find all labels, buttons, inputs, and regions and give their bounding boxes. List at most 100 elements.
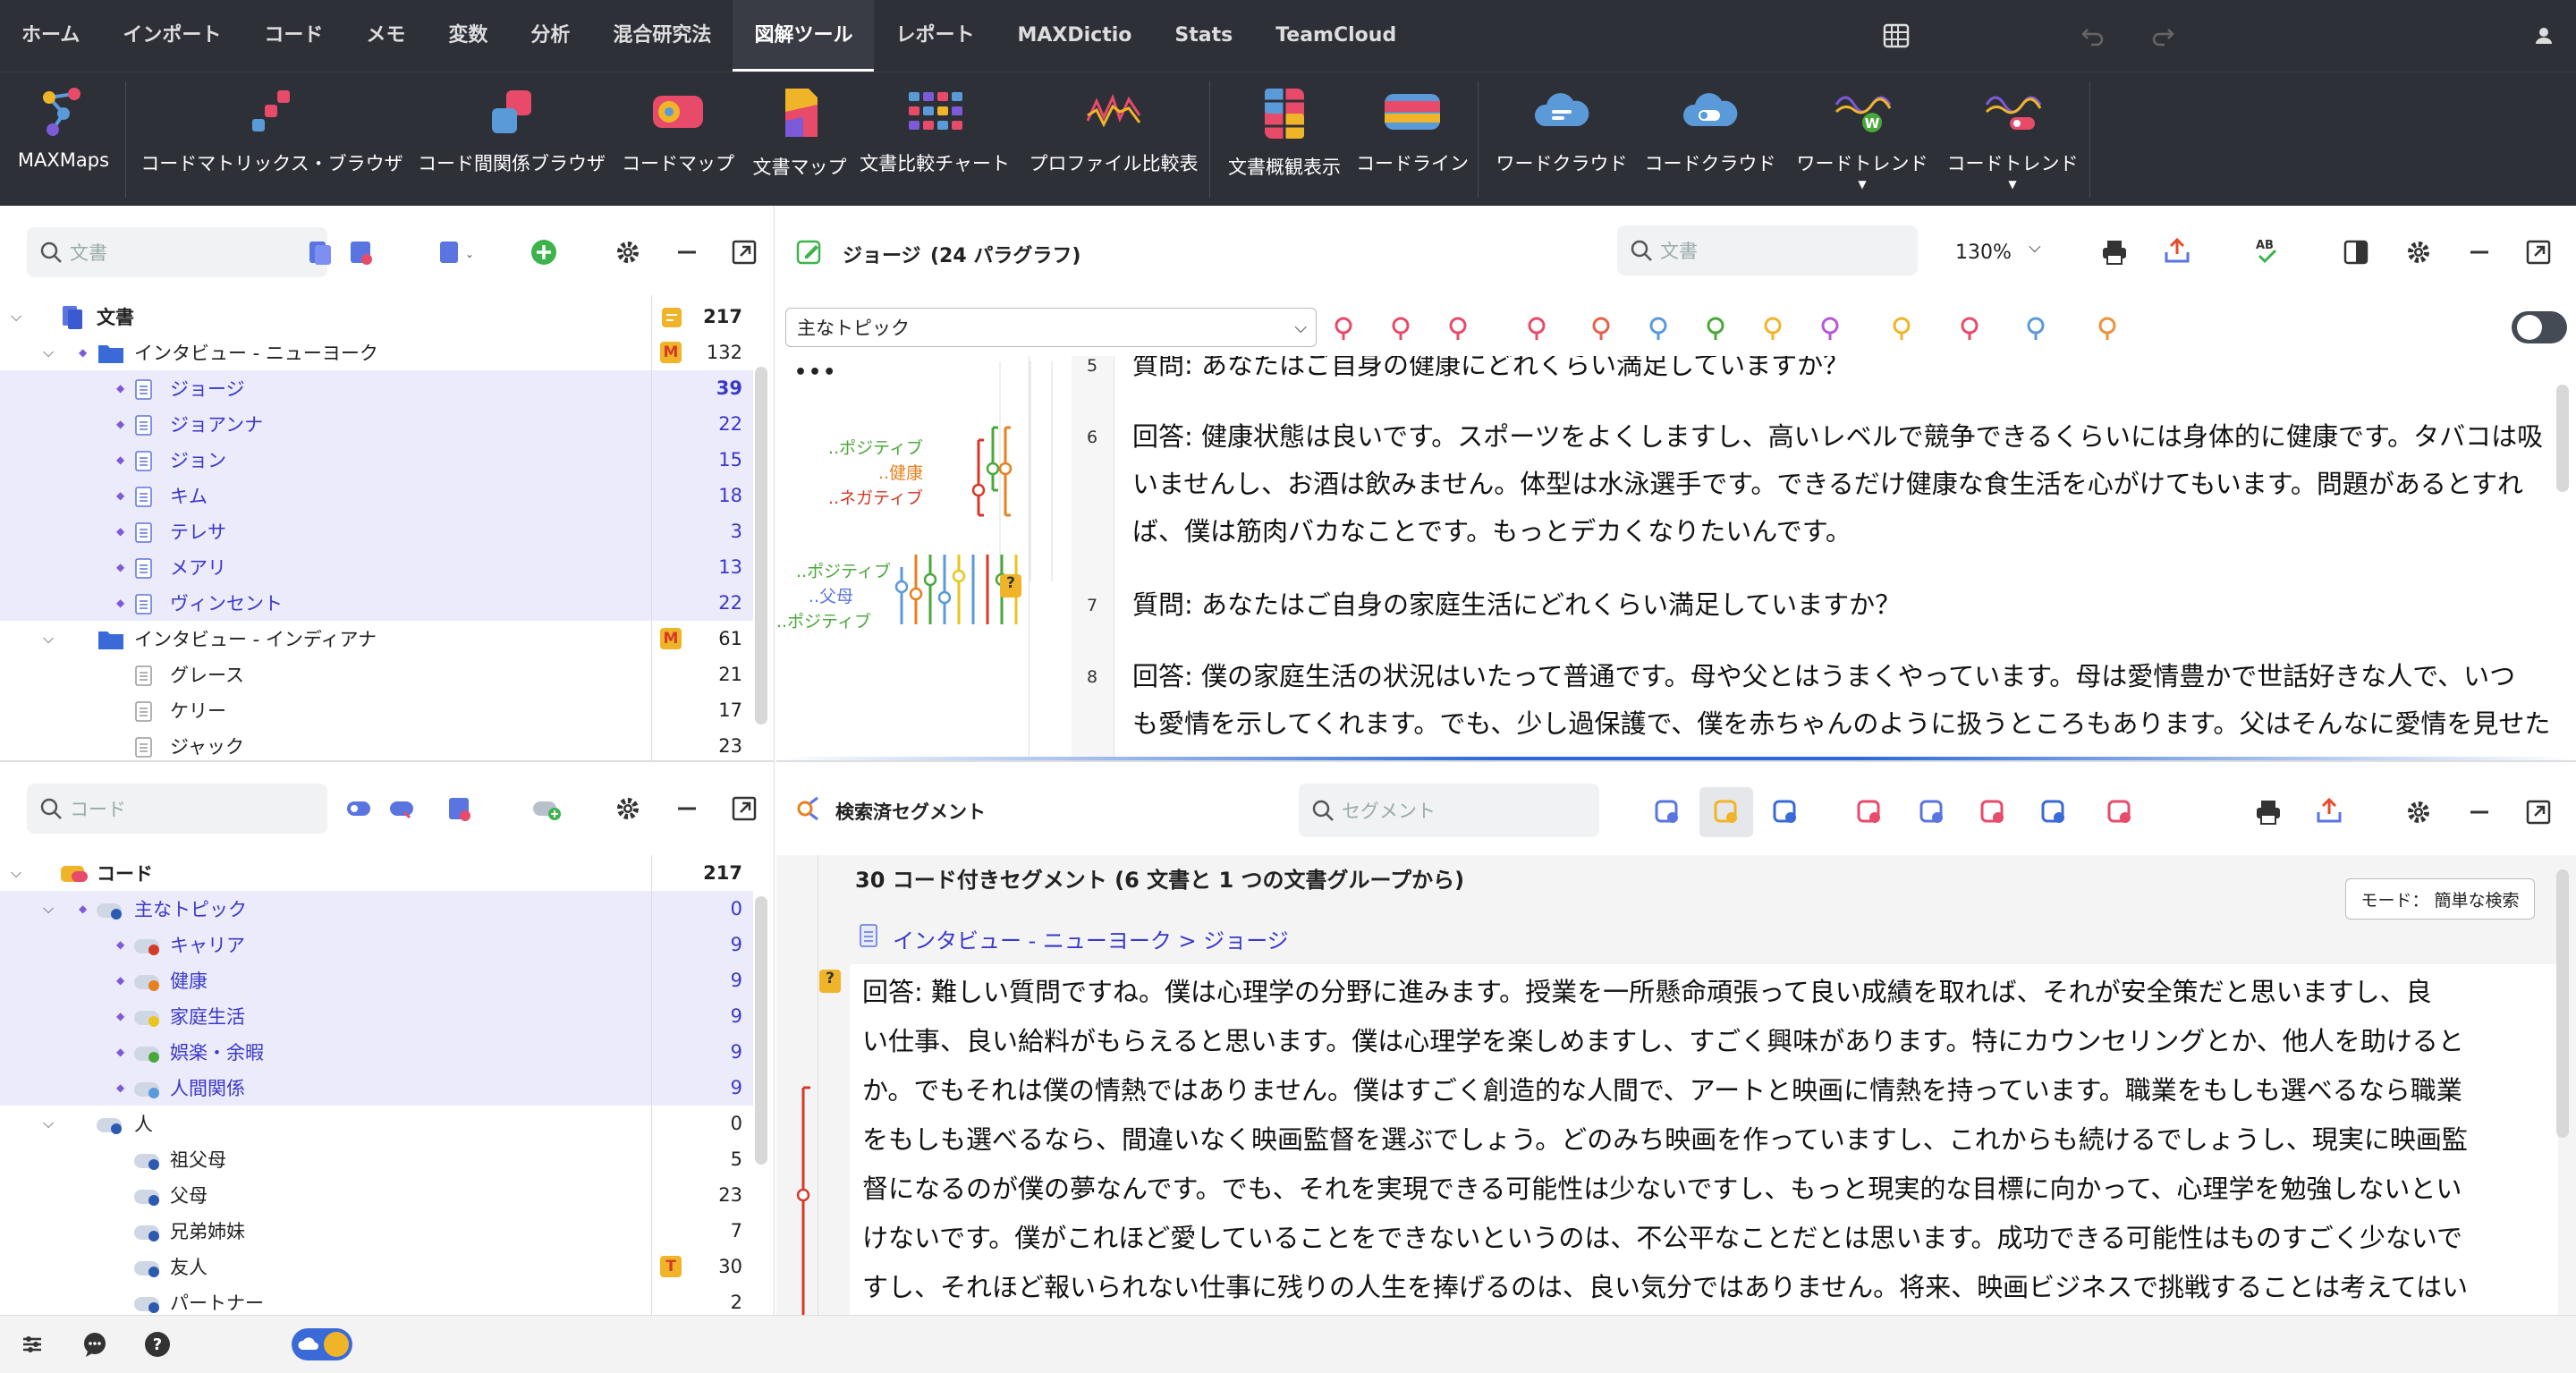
minimize-icon[interactable] <box>2465 798 2494 826</box>
code-multiple-icon[interactable] <box>1445 313 1474 342</box>
menu-item-10[interactable]: Stats <box>1153 0 1254 72</box>
word-cloud-button[interactable]: ワードクラウド <box>1490 72 1633 207</box>
doc-row[interactable]: ◆ ジョン 15 <box>0 442 753 478</box>
doc-row[interactable]: ◆ キム 18 <box>0 478 753 513</box>
comments-icon[interactable] <box>1771 798 1800 826</box>
activation-diamond-icon[interactable]: ◆ <box>116 1046 124 1058</box>
code-with-code-icon[interactable] <box>1331 313 1360 342</box>
code-people-row[interactable]: ⌵ 人 0 <box>0 1106 753 1141</box>
menu-item-2[interactable]: コード <box>242 0 344 72</box>
cloud-sync-toggle[interactable] <box>292 1328 352 1360</box>
code-search-input[interactable]: コード <box>27 784 327 834</box>
code-row[interactable]: ◆ キャリア 9 <box>0 927 753 962</box>
export-icon[interactable] <box>2163 236 2191 265</box>
activation-diamond-icon[interactable]: ◆ <box>116 597 124 609</box>
maximize-icon[interactable] <box>730 238 758 267</box>
highlight-blue-icon[interactable] <box>1646 313 1674 342</box>
code-cloud-button[interactable]: コードクラウド <box>1640 72 1780 207</box>
add-document-icon[interactable] <box>530 238 558 267</box>
profile-compare-button[interactable]: プロファイル比較表 <box>1020 72 1208 207</box>
chevron-down-icon[interactable]: ⌵ <box>43 1115 54 1132</box>
comment-icon[interactable] <box>2095 313 2123 342</box>
menu-item-7[interactable]: 図解ツール <box>733 0 875 72</box>
activation-diamond-icon[interactable]: ◆ <box>79 903 87 915</box>
activation-diamond-icon[interactable]: ◆ <box>116 974 124 987</box>
undo-icon[interactable] <box>2077 21 2106 54</box>
doc-group-row[interactable]: ⌵ ◆ インタビュー - ニューヨーク M 132 <box>0 335 753 370</box>
spellcheck-icon[interactable]: AB <box>2252 236 2281 265</box>
code-trend-button[interactable]: コードトレンド ▼ <box>1941 72 2084 207</box>
edit-mode-icon[interactable] <box>796 238 823 265</box>
code-label-p8-parents[interactable]: ..父母 <box>776 583 853 607</box>
word-trend-dropdown-icon[interactable]: ▼ <box>1858 178 1866 191</box>
chevron-down-icon[interactable]: ⌵ <box>2029 238 2041 257</box>
menu-item-1[interactable]: インポート <box>101 0 242 72</box>
browser-scrollbar[interactable] <box>2556 385 2569 492</box>
menu-item-4[interactable]: 変数 <box>427 0 509 72</box>
code-row[interactable]: ◆ 健康 9 <box>0 962 753 998</box>
code-config-icon[interactable] <box>1918 798 1946 826</box>
toggle-switch[interactable] <box>2512 311 2567 343</box>
activation-diamond-icon[interactable]: ◆ <box>116 489 124 502</box>
doc-row[interactable]: ジャック 23 <box>0 728 753 760</box>
doc-row[interactable]: ◆ ジョージ 39 <box>0 370 753 406</box>
doc-set-icon[interactable] <box>347 238 376 267</box>
activation-diamond-icon[interactable]: ◆ <box>116 938 124 951</box>
menu-item-5[interactable]: 分析 <box>509 0 591 72</box>
minimize-icon[interactable] <box>2465 238 2494 267</box>
codeline-button[interactable]: コードライン <box>1352 72 1472 207</box>
smart-coding-icon[interactable] <box>1855 798 1884 826</box>
code-row[interactable]: ◆ 娯楽・余暇 9 <box>0 1034 753 1070</box>
memo-icon[interactable]: M <box>660 342 682 363</box>
activation-diamond-icon[interactable]: ◆ <box>116 525 124 538</box>
settings-gear-icon[interactable] <box>2404 798 2433 826</box>
settings-gear-icon[interactable] <box>614 794 642 823</box>
activation-diamond-icon[interactable]: ◆ <box>116 1081 124 1094</box>
chevron-down-icon[interactable]: ⌵ <box>11 308 21 326</box>
minimize-icon[interactable] <box>673 794 701 823</box>
doc-row[interactable]: ◆ ヴィンセント 22 <box>0 585 753 621</box>
highlight-red-icon[interactable] <box>1589 313 1617 342</box>
cloud-icon[interactable] <box>2039 798 2068 826</box>
doc-root-row[interactable]: ⌵ 文書 217 <box>0 299 753 335</box>
code-set-icon[interactable] <box>445 794 474 823</box>
code-main-topic-row[interactable]: ⌵ ◆ 主なトピック 0 <box>0 891 753 927</box>
chevron-down-icon[interactable]: ⌵ <box>43 900 54 918</box>
code-label-p6-positive[interactable]: ..ポジティブ <box>776 435 923 459</box>
code-row[interactable]: 友人 T 30 <box>0 1249 753 1284</box>
browser-search-input[interactable]: 文書 <box>1617 225 1918 275</box>
code-matrix-button[interactable]: コードマトリックス・ブラウザ <box>140 72 404 207</box>
export-icon[interactable] <box>2315 796 2343 825</box>
grid-layout-icon[interactable] <box>1882 21 1911 50</box>
print-icon[interactable] <box>2254 798 2283 826</box>
code-row[interactable]: ◆ 人間関係 9 <box>0 1070 753 1106</box>
print-icon[interactable] <box>2100 238 2129 267</box>
code-scrollbar[interactable] <box>755 896 767 1165</box>
code-label-p8-positive2[interactable]: ..ポジティブ <box>776 608 871 632</box>
doc-row[interactable]: ◆ テレサ 3 <box>0 513 753 549</box>
activation-diamond-icon[interactable]: ◆ <box>79 346 87 359</box>
code-map-button[interactable]: コードマップ <box>619 72 737 207</box>
add-code-icon[interactable] <box>2106 798 2134 826</box>
link-icon[interactable] <box>2023 313 2052 342</box>
emoticode-icon[interactable] <box>1524 313 1553 342</box>
segment-search-input[interactable]: セグメント <box>1299 784 1599 837</box>
emoji-icon[interactable] <box>1889 313 1918 342</box>
menu-item-6[interactable]: 混合研究法 <box>591 0 733 72</box>
panel-toggle-icon[interactable] <box>2342 238 2370 267</box>
chevron-down-icon[interactable]: ⌵ <box>43 630 54 648</box>
highlight-yellow-icon[interactable] <box>1760 313 1789 342</box>
code-label-p6-health[interactable]: ..健康 <box>776 460 923 484</box>
activation-diamond-icon[interactable]: ◆ <box>116 1010 124 1022</box>
add-code-icon[interactable] <box>531 794 561 823</box>
help-icon[interactable]: ? <box>143 1330 172 1359</box>
go-to-document-icon[interactable] <box>1653 798 1682 826</box>
code-label-p8-positive[interactable]: ..ポジティブ <box>776 558 891 582</box>
sliders-icon[interactable] <box>20 1332 48 1360</box>
menu-item-9[interactable]: MAXDictio <box>996 0 1153 72</box>
user-icon[interactable] <box>2529 21 2558 54</box>
highlight-purple-icon[interactable] <box>1818 313 1846 342</box>
menu-item-8[interactable]: レポート <box>874 0 996 72</box>
code-label-p6-negative[interactable]: ..ネガティブ <box>776 485 923 509</box>
segment-path-link[interactable]: インタビュー - ニューヨーク > ジョージ <box>893 923 1289 954</box>
